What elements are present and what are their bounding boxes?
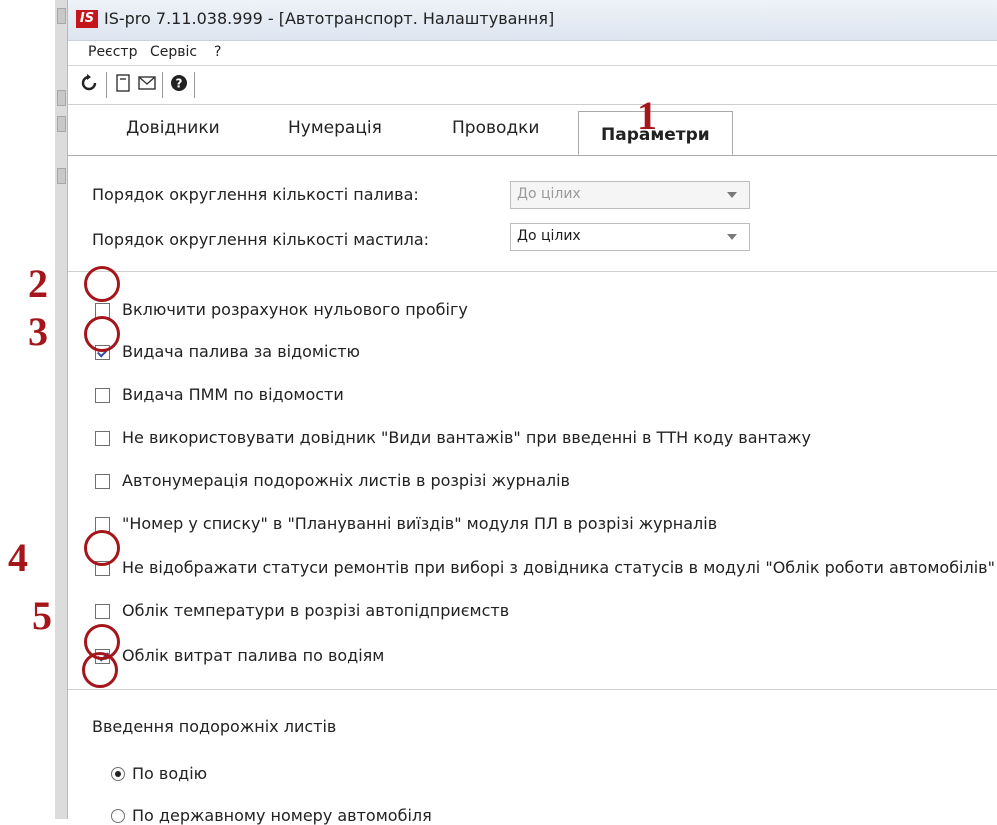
svg-text:?: ? [176,77,183,91]
strip-notch [57,168,66,184]
strip-notch [57,8,66,24]
fuel-rounding-label: Порядок округлення кількості палива: [92,185,419,204]
checkbox-label: "Номер у списку" в "Плануванні виїздів" … [122,514,718,533]
annotation-number: 5 [32,593,52,638]
tab-strip: Довідники Нумерація Проводки Параметри [68,105,997,156]
radio-label: По державному номеру автомобіля [132,806,432,825]
tab-directories[interactable]: Довідники [126,118,220,138]
oil-rounding-select[interactable]: До цілих [510,223,750,251]
strip-notch [57,116,66,132]
annotation-number: 1 [637,93,657,138]
cargo-types-checkbox[interactable] [95,431,110,446]
help-icon[interactable]: ? [168,74,190,96]
toolbar-separator [162,72,163,98]
checkbox-label: Облік витрат палива по водіям [122,646,385,665]
annotation-number: 2 [28,261,48,306]
mail-icon[interactable] [136,74,158,96]
checkbox-label: Облік температури в розрізі автопідприєм… [122,601,510,620]
form-icon[interactable] [112,74,134,96]
annotation-circle [84,316,120,352]
mdi-side-strip [55,0,68,819]
fuel-rounding-value: До цілих [517,186,581,202]
window-title: IS-pro 7.11.038.999 - [Автотранспорт. На… [104,9,555,28]
checkbox-label: Не відображати статуси ремонтів при вибо… [122,558,995,577]
pmm-by-statement-checkbox[interactable] [95,388,110,403]
checkbox-label: Автонумерація подорожніх листів в розріз… [122,471,570,490]
chevron-down-icon [727,192,737,198]
window-titlebar: IS IS-pro 7.11.038.999 - [Автотранспорт.… [68,0,997,41]
section-divider [68,689,997,690]
app-logo: IS [76,10,98,28]
parameters-panel: Порядок округлення кількості палива: До … [68,156,997,825]
fuel-rounding-select: До цілих [510,181,750,209]
temperature-accounting-checkbox[interactable] [95,604,110,619]
toolbar-separator [106,72,107,98]
radio-label: По водію [132,764,208,783]
checkbox-label: Видача ПММ по відомости [122,385,344,404]
annotation-number: 3 [28,309,48,354]
annotation-circle [82,652,118,688]
checkbox-label: Включити розрахунок нульового пробігу [122,300,468,319]
waybill-autonumber-checkbox[interactable] [95,474,110,489]
tab-numbering[interactable]: Нумерація [288,118,382,138]
tab-postings[interactable]: Проводки [452,118,539,138]
chevron-down-icon [727,234,737,240]
annotation-number: 4 [8,535,28,580]
refresh-icon[interactable] [78,74,100,96]
toolbar: ? [68,66,997,105]
by-plate-radio[interactable] [111,809,125,823]
menu-bar: Реєстр Сервіс ? [68,41,997,66]
section-divider [68,271,997,272]
strip-notch [57,90,66,106]
annotation-circle [84,266,120,302]
by-driver-radio[interactable] [111,767,125,781]
menu-item-registry[interactable]: Реєстр [88,44,137,60]
checkbox-label: Видача палива за відомістю [122,342,361,361]
menu-item-service[interactable]: Сервіс [150,44,197,60]
toolbar-separator [194,72,195,98]
oil-rounding-label: Порядок округлення кількості мастила: [92,230,430,249]
oil-rounding-value: До цілих [517,228,581,244]
menu-item-help[interactable]: ? [214,44,221,60]
waybill-entry-label: Введення подорожніх листів [92,717,337,736]
checkbox-label: Не використовувати довідник "Види вантаж… [122,428,811,447]
annotation-circle [84,530,120,566]
